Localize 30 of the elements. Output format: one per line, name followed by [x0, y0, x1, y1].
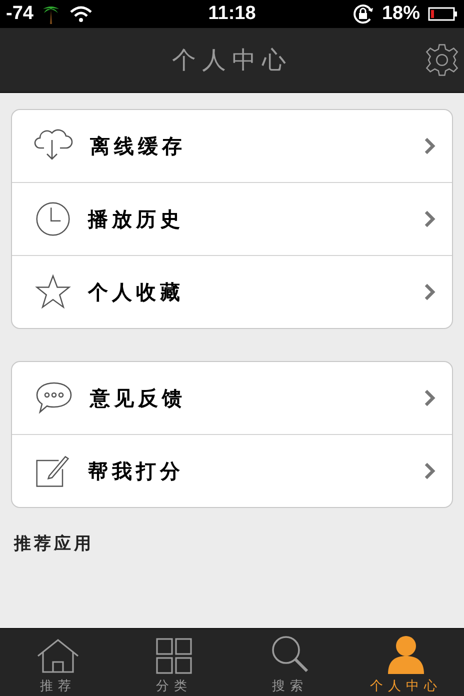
chevron-icon	[424, 462, 436, 480]
menu-item[interactable]: 离线缓存	[12, 110, 452, 182]
menu-item[interactable]: 帮我打分	[12, 434, 452, 507]
star-icon	[34, 273, 72, 311]
chevron-icon	[424, 283, 436, 301]
wifi-icon	[69, 5, 94, 23]
tab[interactable]: 搜索	[232, 629, 348, 696]
clock-time: 11:18	[208, 3, 256, 25]
settings-icon[interactable]	[424, 42, 460, 78]
clock-icon	[34, 200, 72, 238]
rotation-lock-icon	[352, 3, 374, 25]
battery-percent: 18%	[382, 3, 420, 25]
chevron-icon	[424, 137, 436, 155]
grid-icon	[156, 638, 192, 674]
section-title: 推荐应用	[14, 533, 95, 555]
person-icon	[386, 634, 426, 674]
menu-item[interactable]: 个人收藏	[12, 255, 452, 328]
menu-item[interactable]: 意见反馈	[12, 362, 452, 434]
menu-item[interactable]: 播放历史	[12, 182, 452, 255]
chevron-icon	[424, 389, 436, 407]
battery-icon	[428, 7, 458, 21]
home-icon	[36, 638, 80, 674]
tab[interactable]: 分类	[116, 629, 232, 696]
chevron-icon	[424, 210, 436, 228]
search-icon	[270, 634, 310, 674]
signal-strength: -74	[6, 3, 34, 25]
page-title: 个人中心	[172, 46, 292, 76]
palm-tree-icon	[41, 4, 62, 24]
tab[interactable]: 推荐	[0, 629, 116, 696]
tab[interactable]: 个人中心	[348, 629, 464, 696]
